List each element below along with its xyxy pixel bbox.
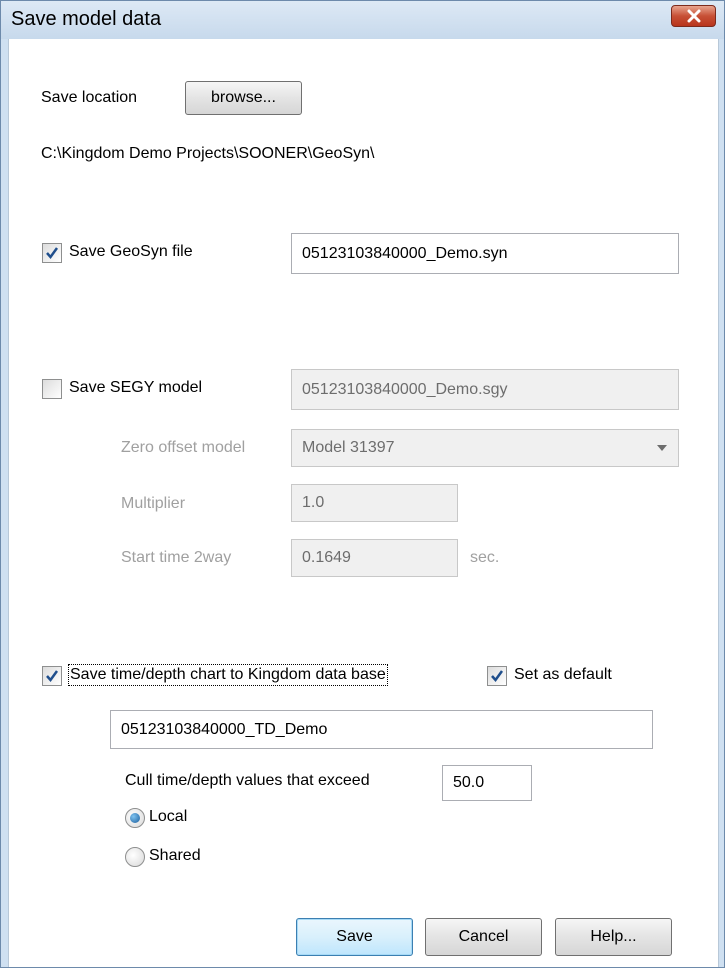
- dialog-window: Save model data Save location browse... …: [0, 0, 725, 968]
- shared-radio-label: Shared: [149, 847, 201, 864]
- save-segy-checkbox[interactable]: [42, 379, 62, 399]
- start-time-field[interactable]: 0.1649: [291, 539, 458, 577]
- shared-radio[interactable]: [125, 847, 145, 867]
- local-radio-label: Local: [149, 808, 188, 825]
- save-td-chart-label: Save time/depth chart to Kingdom data ba…: [68, 664, 388, 686]
- radio-selected-dot: [130, 813, 140, 823]
- chevron-down-icon: [657, 445, 667, 451]
- set-default-label: Set as default: [514, 666, 612, 683]
- cull-value-field[interactable]: 50.0: [442, 765, 532, 801]
- geosyn-filename-field[interactable]: 05123103840000_Demo.syn: [291, 233, 679, 274]
- td-chart-name-field[interactable]: 05123103840000_TD_Demo: [110, 710, 653, 749]
- window-title: Save model data: [11, 8, 162, 30]
- save-segy-label: Save SEGY model: [69, 379, 203, 396]
- multiplier-label: Multiplier: [121, 495, 186, 512]
- save-location-label: Save location: [41, 89, 138, 106]
- save-button[interactable]: Save: [296, 918, 413, 956]
- dialog-body: Save location browse... C:\Kingdom Demo …: [8, 39, 719, 967]
- title-bar[interactable]: Save model data: [1, 1, 724, 39]
- close-button[interactable]: [671, 5, 716, 27]
- close-icon: [687, 9, 700, 23]
- segy-filename-field[interactable]: 05123103840000_Demo.sgy: [291, 369, 679, 410]
- cancel-button[interactable]: Cancel: [425, 918, 542, 956]
- browse-button[interactable]: browse...: [185, 81, 302, 115]
- help-button[interactable]: Help...: [555, 918, 672, 956]
- save-geosyn-checkbox[interactable]: [42, 243, 62, 263]
- set-default-checkbox[interactable]: [487, 666, 507, 686]
- start-time-label: Start time 2way: [121, 549, 232, 566]
- checkmark-icon: [46, 247, 59, 260]
- zero-offset-select[interactable]: Model 31397: [291, 429, 679, 467]
- multiplier-field[interactable]: 1.0: [291, 484, 458, 522]
- zero-offset-value: Model 31397: [302, 439, 395, 456]
- save-geosyn-label: Save GeoSyn file: [69, 243, 193, 260]
- checkmark-icon: [46, 670, 59, 683]
- checkmark-icon: [491, 670, 504, 683]
- local-radio[interactable]: [125, 808, 145, 828]
- start-time-unit: sec.: [470, 549, 500, 566]
- save-location-path: C:\Kingdom Demo Projects\SOONER\GeoSyn\: [41, 145, 375, 162]
- save-td-chart-checkbox[interactable]: [42, 666, 62, 686]
- zero-offset-label: Zero offset model: [121, 439, 246, 456]
- cull-label: Cull time/depth values that exceed: [125, 772, 370, 789]
